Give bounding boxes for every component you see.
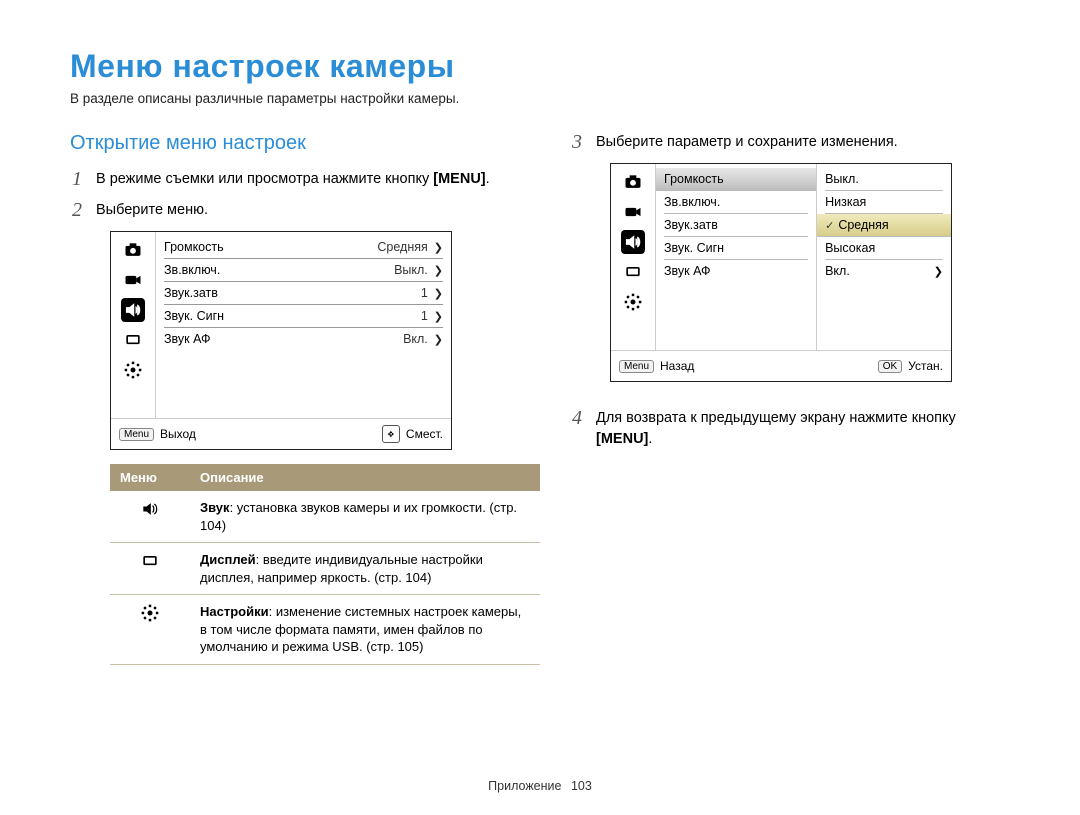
table-row-desc: Дисплей: введите индивидуальные настройк… [190, 543, 540, 595]
table-row-desc: Звук: установка звуков камеры и их громк… [190, 491, 540, 543]
lcd-foot-left: Назад [660, 359, 694, 373]
camera-icon [621, 170, 645, 194]
lcd-row: Зв.включ. [664, 191, 808, 214]
lcd-row-selected: ✓Средняя [817, 214, 951, 237]
sound-icon [121, 298, 145, 322]
lcd-sidebar [611, 164, 656, 350]
sound-icon [621, 230, 645, 254]
table-row-desc: Настройки: изменение системных настроек … [190, 595, 540, 665]
lcd-row-selected: Громкость [656, 168, 816, 191]
video-icon [621, 200, 645, 224]
dpad-icon: ✥ [382, 425, 400, 443]
section-heading: Открытие меню настроек [70, 132, 510, 155]
lcd-row: Высокая [825, 237, 943, 260]
display-icon [110, 543, 190, 595]
lcd-row: Зв.включ.Выкл.❯ [164, 259, 443, 282]
menu-key-icon: Menu [619, 360, 654, 373]
step-4-text: Для возврата к предыдущему экрану нажмит… [596, 408, 1010, 450]
step-number-3: 3 [570, 132, 584, 153]
ok-key-icon: OK [878, 360, 902, 373]
lcd-row: Звук. Сигн1❯ [164, 305, 443, 328]
camera-lcd-menu: ГромкостьСредняя❯ Зв.включ.Выкл.❯ Звук.з… [110, 231, 452, 450]
lcd-footer: Menu Выход ✥ Смест. [111, 418, 451, 449]
step-number-4: 4 [570, 408, 584, 450]
table-header-menu: Меню [110, 464, 190, 491]
lcd-row: Звук АФВкл.❯ [164, 328, 443, 350]
settings-icon [621, 290, 645, 314]
table-header-desc: Описание [190, 464, 540, 491]
lcd-row: ГромкостьСредняя❯ [164, 236, 443, 259]
step-number-2: 2 [70, 200, 84, 221]
sound-icon [110, 491, 190, 543]
step-2-text: Выберите меню. [96, 200, 510, 221]
menu-description-table: Меню Описание Звук: установка звуков кам… [110, 464, 540, 665]
lcd-foot-right: Смест. [406, 427, 443, 441]
lcd-row: Звук АФ [664, 260, 808, 282]
lcd-menu-list: ГромкостьСредняя❯ Зв.включ.Выкл.❯ Звук.з… [156, 232, 451, 418]
lcd-param-column: Громкость Зв.включ. Звук.затв Звук. Сигн… [656, 164, 817, 350]
lcd-row: Выкл. [825, 168, 943, 191]
settings-icon [121, 358, 145, 382]
lcd-row: Низкая [825, 191, 943, 214]
step-1-text: В режиме съемки или просмотра нажмите кн… [96, 169, 510, 190]
lcd-sidebar [111, 232, 156, 418]
lcd-footer: Menu Назад OK Устан. [611, 350, 951, 381]
menu-button-label: MENU [433, 171, 485, 187]
video-icon [121, 268, 145, 292]
step-number-1: 1 [70, 169, 84, 190]
page-subtitle: В разделе описаны различные параметры на… [70, 91, 1010, 106]
page-footer: Приложение 103 [0, 779, 1080, 793]
lcd-row: Звук. Сигн [664, 237, 808, 260]
page-title: Меню настроек камеры [70, 48, 1010, 85]
display-icon [121, 328, 145, 352]
step-3-text: Выберите параметр и сохраните изменения. [596, 132, 1010, 153]
camera-lcd-submenu: Громкость Зв.включ. Звук.затв Звук. Сигн… [610, 163, 952, 382]
lcd-row: Вкл.❯ [825, 260, 943, 282]
lcd-foot-left: Выход [160, 427, 196, 441]
menu-button-label: MENU [596, 431, 648, 447]
camera-icon [121, 238, 145, 262]
lcd-row: Звук.затв [664, 214, 808, 237]
checkmark-icon: ✓ [825, 219, 834, 232]
menu-key-icon: Menu [119, 428, 154, 441]
lcd-foot-right: Устан. [908, 359, 943, 373]
lcd-row: Звук.затв1❯ [164, 282, 443, 305]
lcd-value-column: Выкл. Низкая ✓Средняя Высокая Вкл.❯ [817, 164, 951, 350]
display-icon [621, 260, 645, 284]
settings-icon [110, 595, 190, 665]
